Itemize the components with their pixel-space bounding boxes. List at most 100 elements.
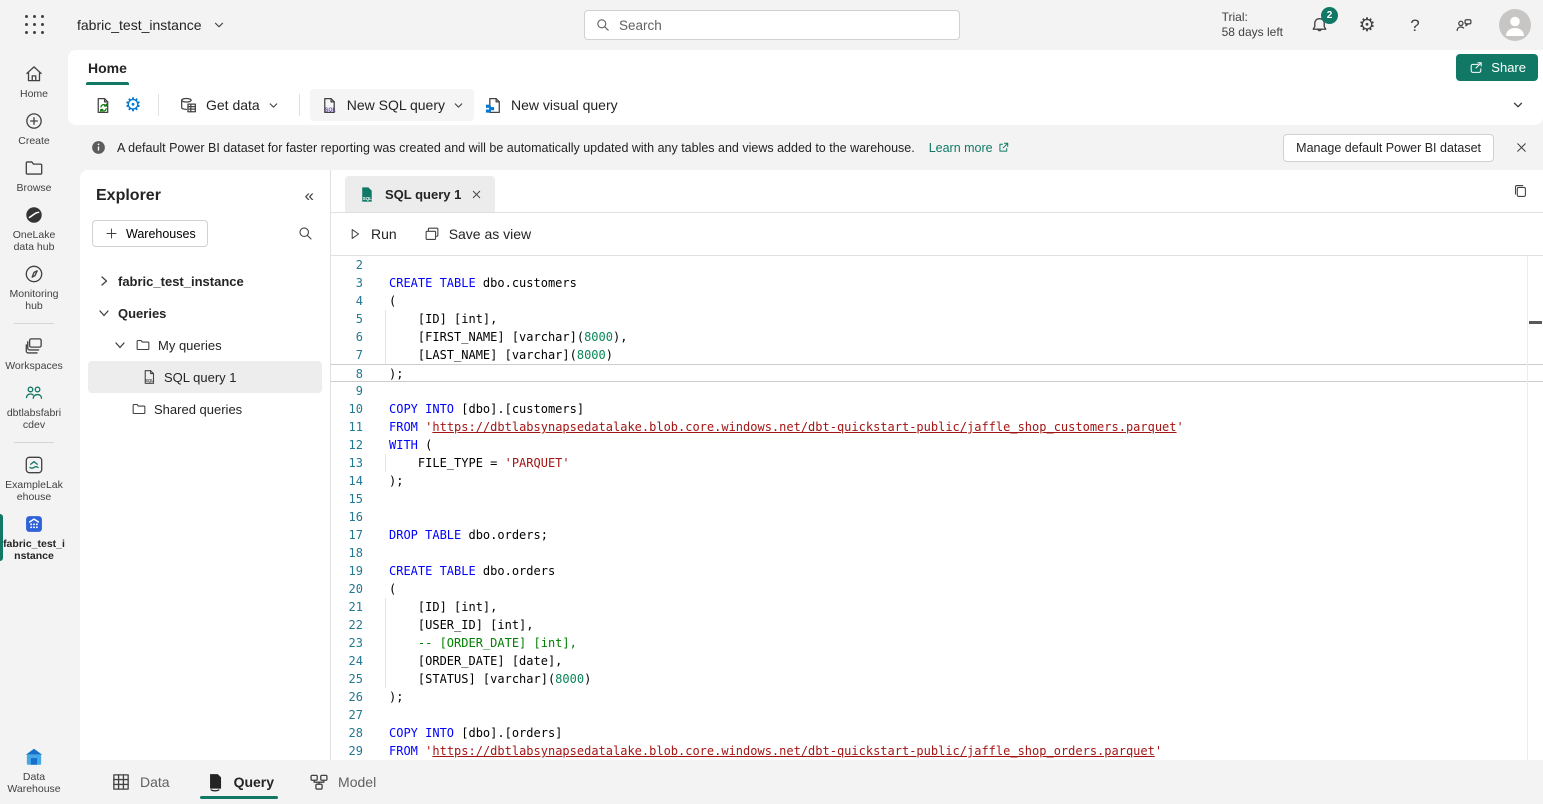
explorer-search-icon[interactable] bbox=[297, 225, 314, 242]
tree-item-my-queries[interactable]: My queries bbox=[88, 329, 322, 361]
data-warehouse-icon bbox=[23, 746, 45, 768]
code-line-13[interactable]: 13 FILE_TYPE = 'PARQUET' bbox=[331, 454, 1543, 472]
banner-close-icon[interactable] bbox=[1514, 140, 1529, 155]
rail-item-label: Create bbox=[18, 135, 50, 147]
code-line-3[interactable]: 3CREATE TABLE dbo.customers bbox=[331, 274, 1543, 292]
code-line-10[interactable]: 10COPY INTO [dbo].[customers] bbox=[331, 400, 1543, 418]
code-line-12[interactable]: 12WITH ( bbox=[331, 436, 1543, 454]
new-visual-query-button[interactable]: New visual query bbox=[474, 89, 627, 121]
rail-divider bbox=[14, 323, 54, 324]
code-line-5[interactable]: 5 [ID] [int], bbox=[331, 310, 1543, 328]
feedback-button[interactable] bbox=[1451, 13, 1475, 37]
code-line-23[interactable]: 23 -- [ORDER_DATE] [int], bbox=[331, 634, 1543, 652]
copy-icon[interactable] bbox=[1511, 182, 1529, 200]
line-number: 14 bbox=[331, 472, 363, 490]
code-line-21[interactable]: 21 [ID] [int], bbox=[331, 598, 1543, 616]
code-line-15[interactable]: 15 bbox=[331, 490, 1543, 508]
rail-item-onelake-data-hub[interactable]: OneLakedata hub bbox=[0, 199, 68, 258]
line-number: 13 bbox=[331, 454, 363, 472]
code-line-22[interactable]: 22 [USER_ID] [int], bbox=[331, 616, 1543, 634]
rail-item-examplelakehouse[interactable]: ExampleLakehouse bbox=[0, 449, 68, 508]
tree-item-sql-query-1[interactable]: SQLSQL query 1 bbox=[88, 361, 322, 393]
code-line-2[interactable]: 2 bbox=[331, 256, 1543, 274]
manage-default-dataset-button[interactable]: Manage default Power BI dataset bbox=[1283, 134, 1494, 162]
code-line-17[interactable]: 17DROP TABLE dbo.orders; bbox=[331, 526, 1543, 544]
run-button[interactable]: Run bbox=[347, 226, 397, 242]
code-line-26[interactable]: 26); bbox=[331, 688, 1543, 706]
code-line-24[interactable]: 24 [ORDER_DATE] [date], bbox=[331, 652, 1543, 670]
rail-item-home[interactable]: Home bbox=[0, 58, 68, 105]
code-line-8[interactable]: 8); bbox=[331, 364, 1543, 382]
new-sql-query-label: New SQL query bbox=[347, 97, 445, 113]
share-button[interactable]: Share bbox=[1456, 54, 1538, 81]
lakehouse-icon bbox=[23, 454, 45, 476]
gear-icon: ⚙ bbox=[124, 96, 141, 115]
save-as-view-button[interactable]: Save as view bbox=[423, 225, 531, 243]
code-line-25[interactable]: 25 [STATUS] [varchar](8000) bbox=[331, 670, 1543, 688]
code-line-14[interactable]: 14); bbox=[331, 472, 1543, 490]
search-input[interactable] bbox=[619, 18, 949, 33]
bottom-tab-query[interactable]: Query bbox=[192, 760, 286, 804]
get-data-button[interactable]: Get data bbox=[169, 89, 289, 121]
external-link-icon bbox=[997, 141, 1010, 154]
editor-scrollbar[interactable] bbox=[1527, 256, 1528, 760]
bottom-tab-model[interactable]: Model bbox=[296, 760, 388, 804]
rail-item-dbtlabsfabricdev[interactable]: dbtlabsfabricdev bbox=[0, 377, 68, 436]
code-line-7[interactable]: 7 [LAST_NAME] [varchar](8000) bbox=[331, 346, 1543, 364]
folder-icon bbox=[130, 398, 148, 420]
explorer-panel: Explorer « Warehouses fabric_test_instan… bbox=[80, 170, 331, 760]
rail-item-workspaces[interactable]: Workspaces bbox=[0, 330, 68, 377]
person-icon bbox=[1499, 9, 1531, 41]
refresh-report-button[interactable] bbox=[88, 90, 118, 120]
gear-icon: ⚙ bbox=[1358, 16, 1375, 35]
ribbon-separator bbox=[299, 94, 300, 116]
code-line-28[interactable]: 28COPY INTO [dbo].[orders] bbox=[331, 724, 1543, 742]
collapse-panel-icon[interactable]: « bbox=[305, 186, 314, 206]
tree-item-queries[interactable]: Queries bbox=[88, 297, 322, 329]
bottom-tab-data[interactable]: Data bbox=[98, 760, 182, 804]
content-panel: Explorer « Warehouses fabric_test_instan… bbox=[80, 170, 1543, 760]
avatar[interactable] bbox=[1499, 9, 1531, 41]
tree-item-shared-queries[interactable]: Shared queries bbox=[88, 393, 322, 425]
rail-item-create[interactable]: Create bbox=[0, 105, 68, 152]
code-line-27[interactable]: 27 bbox=[331, 706, 1543, 724]
help-button[interactable]: ? bbox=[1403, 13, 1427, 37]
new-sql-query-button[interactable]: SQL New SQL query bbox=[310, 89, 474, 121]
search-box[interactable] bbox=[584, 10, 960, 40]
share-button-label: Share bbox=[1491, 60, 1526, 75]
settings-button[interactable]: ⚙ bbox=[1355, 13, 1379, 37]
tab-close-icon[interactable] bbox=[470, 188, 483, 201]
ribbon-collapse-button[interactable] bbox=[1511, 98, 1525, 112]
tree-item-label: My queries bbox=[158, 338, 222, 353]
code-line-11[interactable]: 11FROM 'https://dbtlabsynapsedatalake.bl… bbox=[331, 418, 1543, 436]
ribbon-settings-button[interactable]: ⚙ bbox=[118, 90, 148, 120]
workspace-switcher[interactable]: fabric_test_instance bbox=[77, 17, 226, 33]
code-line-6[interactable]: 6 [FIRST_NAME] [varchar](8000), bbox=[331, 328, 1543, 346]
play-icon bbox=[347, 226, 363, 242]
code-line-16[interactable]: 16 bbox=[331, 508, 1543, 526]
code-line-9[interactable]: 9 bbox=[331, 382, 1543, 400]
code-line-20[interactable]: 20( bbox=[331, 580, 1543, 598]
code-line-29[interactable]: 29FROM 'https://dbtlabsynapsedatalake.bl… bbox=[331, 742, 1543, 760]
svg-text:SQL: SQL bbox=[145, 378, 154, 383]
waffle-menu-icon[interactable] bbox=[25, 15, 45, 35]
tree-item-fabric-test-instance[interactable]: fabric_test_instance bbox=[88, 265, 322, 297]
rail-item-data-warehouse[interactable]: DataWarehouse bbox=[0, 741, 68, 800]
code-line-18[interactable]: 18 bbox=[331, 544, 1543, 562]
tab-home[interactable]: Home bbox=[86, 50, 129, 85]
notifications-button[interactable]: 2 bbox=[1307, 13, 1331, 37]
line-number: 10 bbox=[331, 400, 363, 418]
rail-item-fabric-test-instance[interactable]: fabric_test_instance bbox=[0, 508, 68, 567]
sql-editor[interactable]: 23CREATE TABLE dbo.customers4(5 [ID] [in… bbox=[331, 256, 1543, 760]
learn-more-link[interactable]: Learn more bbox=[929, 141, 1010, 155]
code-line-4[interactable]: 4( bbox=[331, 292, 1543, 310]
editor-column: SQL SQL query 1 Run Save as view 23CREAT… bbox=[331, 170, 1543, 760]
rail-item-monitoring-hub[interactable]: Monitoringhub bbox=[0, 258, 68, 317]
rail-item-browse[interactable]: Browse bbox=[0, 152, 68, 199]
trial-status: Trial: 58 days left bbox=[1222, 10, 1283, 40]
code-line-19[interactable]: 19CREATE TABLE dbo.orders bbox=[331, 562, 1543, 580]
add-warehouses-button[interactable]: Warehouses bbox=[92, 220, 208, 247]
tab-sql-query-1[interactable]: SQL SQL query 1 bbox=[345, 176, 495, 212]
monitoring-icon bbox=[23, 263, 45, 285]
data-grid-icon bbox=[110, 771, 132, 793]
